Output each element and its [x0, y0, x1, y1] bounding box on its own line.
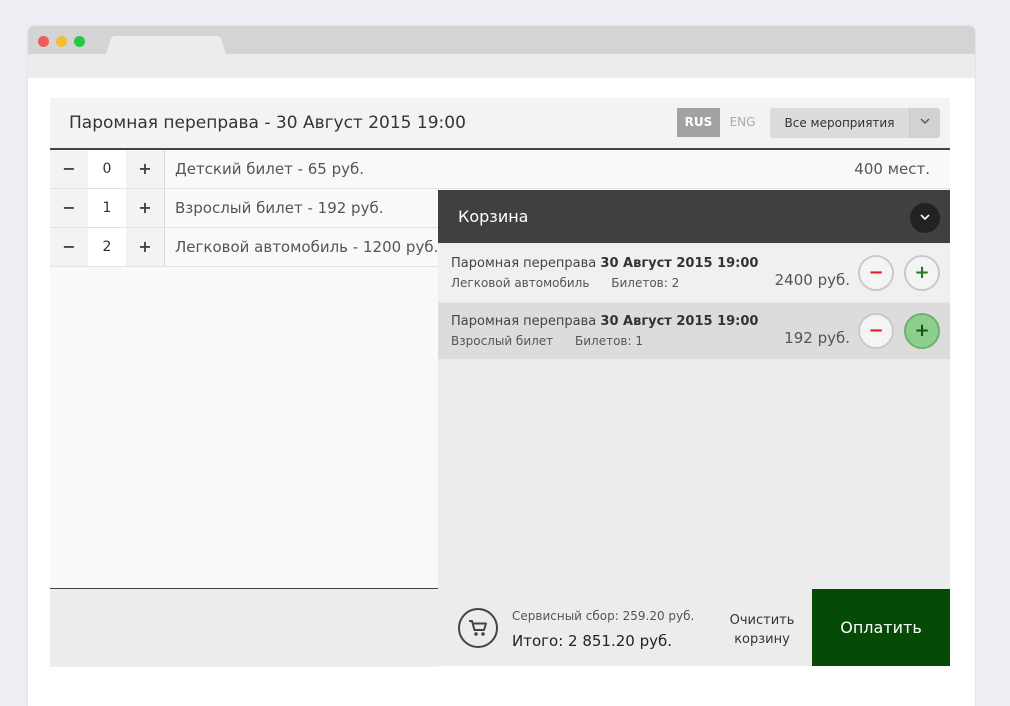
cart-item-increase-button[interactable]: +: [904, 313, 940, 349]
cart-item-increase-button[interactable]: +: [904, 255, 940, 291]
order-total: Итого: 2 851.20 руб.: [512, 632, 672, 650]
events-select[interactable]: Все мероприятия: [770, 108, 940, 138]
cart-item: Паромная переправа 30 Август 2015 19:00 …: [438, 245, 950, 301]
clear-cart-button[interactable]: Очистить корзину: [724, 611, 800, 649]
left-footer: [50, 588, 438, 667]
cart-item: Паромная переправа 30 Август 2015 19:00 …: [438, 303, 950, 359]
cart-item-details: Легковой автомобиль Билетов: 2: [451, 276, 679, 290]
cart-header: Корзина: [438, 190, 950, 243]
cart-item-ticket: Легковой автомобиль: [451, 276, 590, 290]
chevron-down-icon: [920, 214, 930, 221]
ticket-widget: Паромная переправа - 30 Август 2015 19:0…: [50, 98, 950, 667]
cart-item-date: 30 Август 2015 19:00: [600, 256, 759, 271]
cart-item-details: Взрослый билет Билетов: 1: [451, 334, 643, 348]
decrease-quantity-button[interactable]: −: [50, 228, 88, 266]
cart-item-ticket: Взрослый билет: [451, 334, 554, 348]
shopping-cart-icon: [458, 608, 498, 648]
ticket-label: Легковой автомобиль - 1200 руб.: [175, 238, 439, 256]
seats-available: 400 мест.: [854, 160, 930, 178]
cart-item-count: Билетов: 1: [575, 334, 643, 348]
increase-quantity-button[interactable]: +: [126, 228, 165, 266]
widget-header: Паромная переправа - 30 Август 2015 19:0…: [50, 98, 950, 150]
language-eng-button[interactable]: ENG: [721, 108, 764, 137]
language-rus-button[interactable]: RUS: [677, 108, 720, 137]
quantity-value: 2: [88, 228, 126, 266]
cart-item-date: 30 Август 2015 19:00: [600, 314, 759, 329]
cart-item-price: 192 руб.: [784, 329, 850, 347]
events-select-value: Все мероприятия: [784, 116, 895, 130]
browser-titlebar: [28, 26, 975, 54]
cart-item-title: Паромная переправа 30 Август 2015 19:00: [451, 256, 758, 271]
close-window-button[interactable]: [38, 36, 49, 47]
collapse-cart-button[interactable]: [910, 203, 940, 233]
quantity-value: 0: [88, 150, 126, 188]
decrease-quantity-button[interactable]: −: [50, 150, 88, 188]
cart-item-event: Паромная переправа: [451, 256, 597, 271]
maximize-window-button[interactable]: [74, 36, 85, 47]
service-fee: Сервисный сбор: 259.20 руб.: [512, 609, 695, 623]
quantity-value: 1: [88, 189, 126, 227]
cart-panel: Корзина Паромная переправа 30 Август 201…: [438, 190, 950, 666]
cart-item-event: Паромная переправа: [451, 314, 597, 329]
page-title: Паромная переправа - 30 Август 2015 19:0…: [69, 113, 466, 133]
browser-toolbar: [28, 54, 975, 78]
cart-item-title: Паромная переправа 30 Август 2015 19:00: [451, 314, 758, 329]
browser-window: Паромная переправа - 30 Август 2015 19:0…: [28, 26, 975, 706]
ticket-label: Взрослый билет - 192 руб.: [175, 199, 384, 217]
ticket-label: Детский билет - 65 руб.: [175, 160, 365, 178]
browser-tab[interactable]: [106, 35, 226, 54]
cart-item-count: Билетов: 2: [611, 276, 680, 290]
cart-item-decrease-button[interactable]: −: [858, 313, 894, 349]
minimize-window-button[interactable]: [56, 36, 67, 47]
ticket-row: − 0 + Детский билет - 65 руб. 400 мест.: [50, 150, 950, 189]
cart-footer: Сервисный сбор: 259.20 руб. Итого: 2 851…: [438, 589, 950, 666]
increase-quantity-button[interactable]: +: [126, 189, 165, 227]
cart-item-decrease-button[interactable]: −: [858, 255, 894, 291]
increase-quantity-button[interactable]: +: [126, 150, 165, 188]
decrease-quantity-button[interactable]: −: [50, 189, 88, 227]
chevron-down-icon[interactable]: [909, 108, 940, 138]
cart-item-price: 2400 руб.: [774, 271, 850, 289]
cart-title: Корзина: [458, 207, 529, 226]
pay-button[interactable]: Оплатить: [812, 589, 950, 666]
